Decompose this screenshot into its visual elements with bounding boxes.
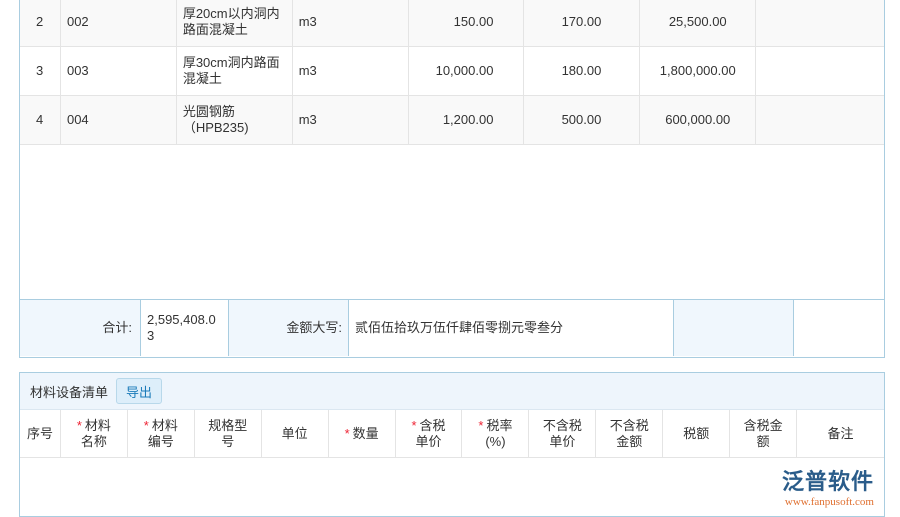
cell-name: 光圆钢筋（HPB235) [177, 96, 293, 144]
total-label: 合计: [20, 300, 141, 356]
items-table: 2 002 厚20cm以内洞内路面混凝土 m3 150.00 170.00 25,500.0… [19, 0, 885, 358]
column-header: 不含税单价 [529, 410, 597, 457]
column-header: * 税率(%) [462, 410, 530, 457]
materials-header: 材料设备清单 导出 [20, 373, 884, 410]
cell-unit: m3 [293, 47, 409, 95]
column-label: 备注 [827, 425, 854, 441]
column-label: 税率(%) [485, 417, 513, 449]
summary-empty-value [794, 300, 884, 356]
cell-price: 180.00 [524, 47, 641, 95]
cell-qty: 150.00 [409, 0, 525, 46]
cell-price: 500.00 [524, 96, 641, 144]
column-label: 不含税金额 [609, 417, 649, 449]
materials-panel: 材料设备清单 导出 序号 * 材料名称 * 材料编号 规格型号 单位 * 数量 * 含税单价 * 税率(… [19, 372, 885, 517]
required-marker: * [478, 417, 484, 433]
cell-code: 002 [61, 0, 177, 46]
column-header: 备注 [797, 410, 884, 457]
cell-price: 170.00 [524, 0, 641, 46]
column-label: 含税金额 [743, 417, 783, 449]
column-header: 单位 [262, 410, 329, 457]
watermark-url: www.fanpusoft.com [784, 496, 874, 508]
cell-amount: 25,500.00 [640, 0, 757, 46]
column-label: 数量 [352, 425, 379, 441]
column-header: * 材料编号 [128, 410, 195, 457]
cell-unit: m3 [293, 96, 409, 144]
column-header: * 材料名称 [61, 410, 128, 457]
table-row[interactable]: 3 003 厚30cm洞内路面混凝土 m3 10,000.00 180.00 1,800,0… [20, 47, 884, 96]
cell-qty: 10,000.00 [409, 47, 525, 95]
cell-qty: 1,200.00 [409, 96, 525, 144]
materials-title: 材料设备清单 [30, 384, 109, 400]
cell-no: 2 [20, 0, 61, 46]
column-header: * 数量 [329, 410, 396, 457]
watermark-brand: 泛普软件 [781, 469, 874, 494]
cell-code: 003 [61, 47, 177, 95]
upper-value: 贰佰伍拾玖万伍仟肆佰零捌元零叁分 [349, 300, 674, 356]
cell-amount: 1,800,000.00 [640, 47, 757, 95]
column-label: 单位 [281, 425, 308, 441]
required-marker: * [411, 417, 417, 433]
cell-name: 厚20cm以内洞内路面混凝土 [177, 0, 293, 46]
cell-empty [756, 47, 884, 95]
summary-row: 合计: 2,595,408.03 金额大写: 贰佰伍拾玖万伍仟肆佰零捌元零叁分 [20, 299, 884, 356]
cell-empty [756, 96, 884, 144]
export-button[interactable]: 导出 [116, 378, 163, 404]
summary-empty-label [674, 300, 794, 356]
required-marker: * [76, 417, 82, 433]
cell-no: 4 [20, 96, 61, 144]
column-header: 税额 [663, 410, 731, 457]
column-header: * 含税单价 [396, 410, 463, 457]
column-header: 序号 [20, 410, 61, 457]
column-label: 含税单价 [415, 417, 446, 449]
cell-code: 004 [61, 96, 177, 144]
total-value: 2,595,408.03 [141, 300, 229, 356]
required-marker: * [143, 417, 149, 433]
column-label: 规格型号 [208, 417, 248, 449]
table-row[interactable]: 2 002 厚20cm以内洞内路面混凝土 m3 150.00 170.00 25,500.0… [20, 0, 884, 47]
cell-unit: m3 [293, 0, 409, 46]
cell-empty [756, 0, 884, 46]
column-header: 规格型号 [195, 410, 262, 457]
materials-column-headers: 序号 * 材料名称 * 材料编号 规格型号 单位 * 数量 * 含税单价 * 税率(%) 不含税单价 不含税… [20, 410, 884, 458]
column-label: 材料名称 [80, 417, 111, 449]
column-label: 不含税单价 [542, 417, 582, 449]
column-label: 序号 [26, 425, 53, 441]
cell-name: 厚30cm洞内路面混凝土 [177, 47, 293, 95]
column-label: 税额 [683, 425, 710, 441]
table-row[interactable]: 4 004 光圆钢筋（HPB235) m3 1,200.00 500.00 600,000.… [20, 96, 884, 145]
watermark-logo: 泛普软件 www.fanpusoft.com [782, 464, 874, 508]
upper-label: 金额大写: [229, 300, 349, 356]
column-header: 不含税金额 [596, 410, 664, 457]
required-marker: * [344, 425, 350, 441]
cell-no: 3 [20, 47, 61, 95]
cell-amount: 600,000.00 [640, 96, 757, 144]
column-header: 含税金额 [730, 410, 798, 457]
column-label: 材料编号 [147, 417, 178, 449]
